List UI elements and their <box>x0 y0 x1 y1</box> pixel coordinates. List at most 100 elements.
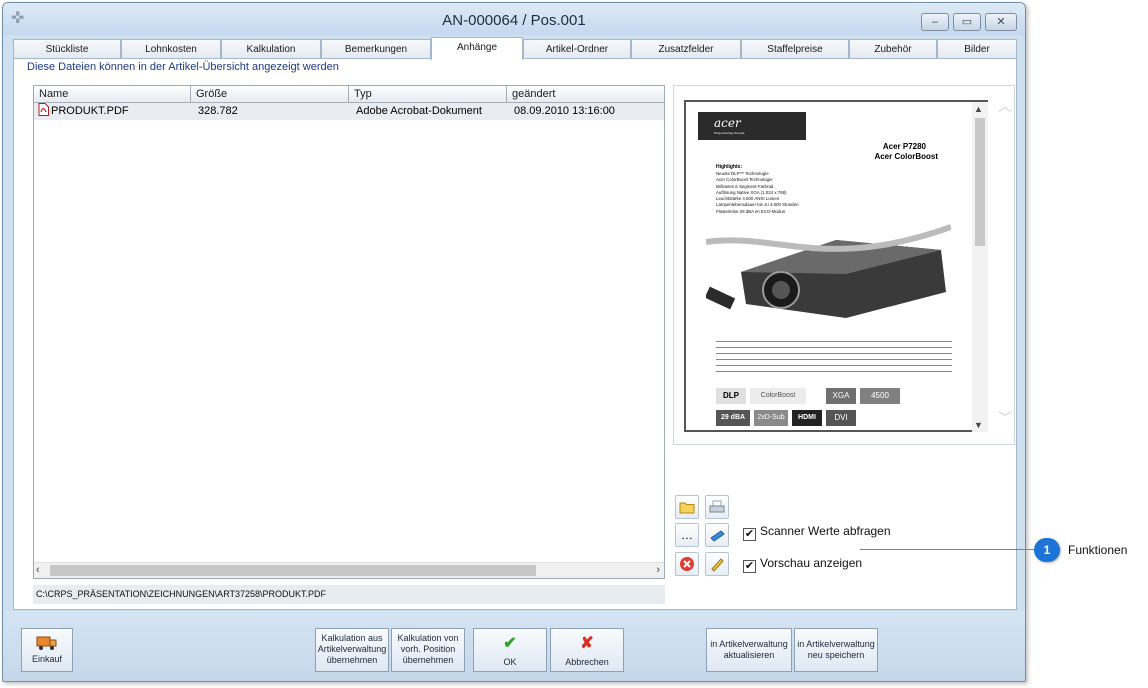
einkauf-label: Einkauf <box>31 654 63 664</box>
info-text: Diese Dateien können in der Artikel-Über… <box>27 61 339 73</box>
cross-icon: ✘ <box>580 635 594 652</box>
cancel-button[interactable]: ✘ Abbrechen <box>550 628 624 672</box>
horizontal-scrollbar[interactable]: ‹ › <box>34 562 664 578</box>
badge-lumen: 4500 <box>860 388 900 404</box>
column-header-changed[interactable]: geändert <box>507 86 664 103</box>
preview-scrollbar-thumb[interactable] <box>975 118 985 246</box>
tab-zubehoer[interactable]: Zubehör <box>849 39 937 59</box>
artikelverwaltung-update-button[interactable]: in Artikelverwaltung aktualisieren <box>706 628 792 672</box>
outer-scroll-down-icon[interactable]: ﹀ <box>998 408 1012 428</box>
button-label-line: vorh. Position <box>400 644 456 654</box>
scroll-down-arrow-icon[interactable]: ▼ <box>974 420 983 430</box>
browse-button[interactable]: … <box>675 523 699 547</box>
badge-dsub: 2xD-Sub <box>754 410 788 426</box>
tab-anhaenge[interactable]: Anhänge <box>431 37 523 60</box>
button-label-line: in Artikelverwaltung <box>710 639 788 649</box>
button-label-line: aktualisieren <box>723 650 775 660</box>
folder-icon <box>679 502 695 514</box>
button-label-line: Kalkulation aus <box>321 633 383 643</box>
badge-xga: XGA <box>826 388 856 404</box>
ok-button[interactable]: ✔ OK <box>473 628 547 672</box>
button-label-line: Kalkulation von <box>397 633 459 643</box>
column-header-type[interactable]: Typ <box>349 86 507 103</box>
show-preview-check-box[interactable]: ✔ <box>743 560 756 573</box>
scroll-right-arrow-icon[interactable]: › <box>648 564 660 577</box>
scroll-left-arrow-icon[interactable]: ‹ <box>36 564 48 577</box>
badge-dlp: DLP <box>716 388 746 404</box>
cell-name: PRODUKT.PDF <box>34 103 191 120</box>
badge-colorboost: ColorBoost <box>750 388 806 404</box>
callout-connector <box>860 549 1035 550</box>
button-label-line: übernehmen <box>402 655 454 665</box>
edit-button[interactable] <box>705 552 729 576</box>
tab-bilder[interactable]: Bilder <box>937 39 1017 59</box>
highlight-item: Lampenlebensdauer bis zu 4.000 Stunden <box>716 202 799 208</box>
tab-kalkulation[interactable]: Kalkulation <box>221 39 321 59</box>
minimize-button[interactable]: – <box>921 13 949 31</box>
file-name: PRODUKT.PDF <box>51 105 129 117</box>
feature-badges: DLP ColorBoost XGA 4500 29 dBA 2xD-Sub H… <box>716 388 956 430</box>
column-header-name[interactable]: Name <box>34 86 191 103</box>
acer-logo: acer Empowering People <box>698 112 806 140</box>
button-label-line: neu speichern <box>807 650 865 660</box>
title-bar: ✜ AN-000064 / Pos.001 – ▭ ✕ <box>3 3 1025 35</box>
delete-icon <box>680 557 694 571</box>
show-preview-checkbox[interactable]: ✔ Vorschau anzeigen <box>743 556 862 573</box>
callout-label: Funktionen <box>1068 543 1128 557</box>
cancel-label: Abbrechen <box>565 657 609 667</box>
button-label-line: in Artikelverwaltung <box>797 639 875 649</box>
window-title: AN-000064 / Pos.001 <box>442 12 586 29</box>
column-header-size[interactable]: Größe <box>191 86 349 103</box>
main-window: ✜ AN-000064 / Pos.001 – ▭ ✕ Stückliste L… <box>2 2 1026 682</box>
scanner-values-check-box[interactable]: ✔ <box>743 528 756 541</box>
highlights-title: Highlights: <box>716 164 743 170</box>
open-folder-button[interactable] <box>675 495 699 519</box>
close-button[interactable]: ✕ <box>985 13 1017 31</box>
scrollbar-thumb[interactable] <box>50 565 536 576</box>
printer-icon <box>709 500 725 513</box>
tech-title: Acer ColorBoost <box>874 152 938 161</box>
scan-button[interactable] <box>705 523 729 547</box>
table-row[interactable]: PRODUKT.PDF 328.782 Adobe Acrobat-Dokume… <box>34 103 664 120</box>
truck-icon <box>36 636 57 650</box>
kalkulation-aus-artikelverwaltung-button[interactable]: Kalkulation aus Artikelverwaltung überne… <box>315 628 389 672</box>
brand-text: acer <box>714 116 741 130</box>
cell-changed: 08.09.2010 13:16:00 <box>514 105 615 117</box>
einkauf-button[interactable]: Einkauf <box>21 628 73 672</box>
badge-dvi: DVI <box>826 410 856 426</box>
delete-button[interactable] <box>675 552 699 576</box>
cell-size: 328.782 <box>198 105 238 117</box>
maximize-button[interactable]: ▭ <box>953 13 981 31</box>
tab-staffelpreise[interactable]: Staffelpreise <box>741 39 849 59</box>
footer-bar: Einkauf Kalkulation aus Artikelverwaltun… <box>3 611 1025 681</box>
preview-description <box>716 338 952 372</box>
show-preview-label: Vorschau anzeigen <box>760 556 863 570</box>
checkmark-icon: ✔ <box>503 635 517 652</box>
tab-bemerkungen[interactable]: Bemerkungen <box>321 39 431 59</box>
tab-lohnkosten[interactable]: Lohnkosten <box>121 39 221 59</box>
button-label-line: Artikelverwaltung <box>317 644 387 654</box>
scroll-up-arrow-icon[interactable]: ▲ <box>974 104 983 114</box>
tab-artikel-ordner[interactable]: Artikel-Ordner <box>523 39 631 59</box>
badge-hdmi: HDMI <box>792 410 822 426</box>
pdf-preview-page: acer Empowering People Acer P7280 Acer C… <box>684 100 988 432</box>
scanner-icon <box>710 530 725 542</box>
kalkulation-von-position-button[interactable]: Kalkulation von vorh. Position übernehme… <box>391 628 465 672</box>
button-label-line: übernehmen <box>326 655 378 665</box>
callout-badge: 1 <box>1034 538 1060 562</box>
file-path: C:\CRPS_PRÄSENTATION\ZEICHNUNGEN\ART3725… <box>33 585 665 604</box>
print-button[interactable] <box>705 495 729 519</box>
highlights-list: Neuste DLP™ Technologie Acer ColorBoost … <box>716 171 799 215</box>
tab-stueckliste[interactable]: Stückliste <box>13 39 121 59</box>
artikelverwaltung-new-button[interactable]: in Artikelverwaltung neu speichern <box>794 628 878 672</box>
model-title: Acer P7280 <box>882 142 926 151</box>
badge-noise: 29 dBA <box>716 410 750 426</box>
tab-zusatzfelder[interactable]: Zusatzfelder <box>631 39 741 59</box>
preview-vertical-scrollbar[interactable]: ▲ ▼ <box>972 102 988 432</box>
pencil-icon <box>711 558 724 572</box>
scanner-values-checkbox[interactable]: ✔ Scanner Werte abfragen <box>743 524 891 541</box>
cell-type: Adobe Acrobat-Dokument <box>356 105 482 117</box>
ok-label: OK <box>503 657 517 667</box>
pdf-file-icon <box>38 103 49 116</box>
outer-scroll-up-icon[interactable]: ︿ <box>998 96 1012 116</box>
